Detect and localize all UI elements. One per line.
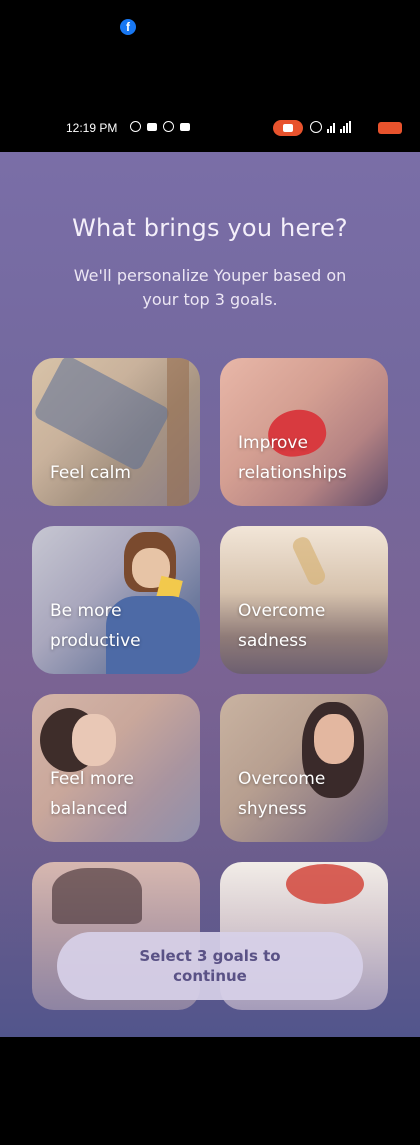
cta-line2: continue [173,967,247,985]
tree-shape [167,358,189,506]
bottom-black-area [0,1037,420,1145]
facebook-notification-icon: f [120,19,136,35]
goal-label: Feel more balanced [50,769,134,819]
cta-line1: Select 3 goals to [139,947,281,965]
status-time: 12:19 PM [66,121,118,135]
goal-card-feel-more-balanced[interactable]: Feel more balanced [32,694,200,842]
person-face-shape [314,714,354,764]
signal-icon [327,122,335,133]
facebook-icon [163,121,174,132]
whatsapp-icon [130,121,141,132]
signal-icon [340,120,351,133]
status-bar: 12:19 PM [0,118,420,140]
goal-label: Improve relationships [238,433,347,483]
alarm-icon [310,121,322,133]
goal-card-be-more-productive[interactable]: Be more productive [32,526,200,674]
select-goals-button[interactable]: Select 3 goals to continue [57,932,363,1000]
person-face-shape [72,714,116,766]
status-right-icons [310,120,351,133]
screen-record-icon [273,120,303,136]
goal-card-feel-calm[interactable]: Feel calm [32,358,200,506]
goal-label: Feel calm [50,463,131,483]
balloons-shape [286,864,364,904]
goal-label: Overcome sadness [238,601,326,651]
video-icon [180,123,190,131]
video-icon [147,123,157,131]
goal-label: Be more productive [50,601,141,651]
goal-card-overcome-shyness[interactable]: Overcome shyness [220,694,388,842]
goal-card-overcome-sadness[interactable]: Overcome sadness [220,526,388,674]
goal-label: Overcome shyness [238,769,326,819]
heart-hands-shape [52,868,142,924]
goals-screen: What brings you here? We'll personalize … [0,152,420,1037]
page-subtitle: We'll personalize Youper based on your t… [73,266,347,309]
page-title: What brings you here? [72,214,348,242]
battery-icon [378,122,402,134]
goal-card-improve-relationships[interactable]: Improve relationships [220,358,388,506]
status-left-icons [130,121,190,132]
